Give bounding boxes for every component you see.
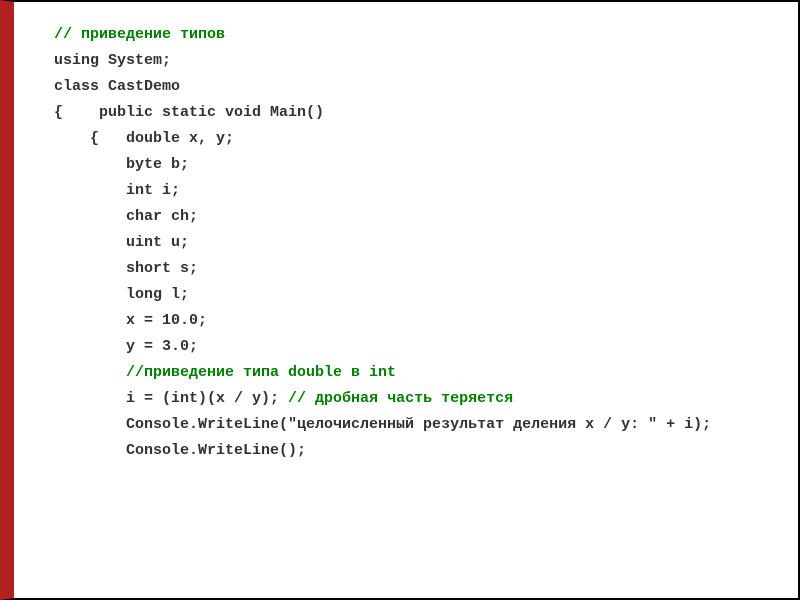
- code-line-comment: //приведение типа double в int: [54, 360, 778, 386]
- code-line: { double x, y;: [54, 126, 778, 152]
- code-line: class CastDemo: [54, 74, 778, 100]
- code-slide: // приведение типов using System; class …: [0, 0, 800, 600]
- code-line: x = 10.0;: [54, 308, 778, 334]
- code-line: char ch;: [54, 204, 778, 230]
- code-line: { public static void Main(): [54, 100, 778, 126]
- code-line: short s;: [54, 256, 778, 282]
- code-line: Console.WriteLine();: [54, 438, 778, 464]
- code-line: using System;: [54, 48, 778, 74]
- code-line: long l;: [54, 282, 778, 308]
- comment-segment: // дробная часть теряется: [288, 390, 513, 407]
- code-line-comment: // приведение типов: [54, 22, 778, 48]
- code-line: uint u;: [54, 230, 778, 256]
- code-line-mixed: i = (int)(x / y); // дробная часть теряе…: [54, 386, 778, 412]
- code-segment: i = (int)(x / y);: [54, 390, 288, 407]
- code-line: Console.WriteLine("целочисленный результ…: [54, 412, 778, 438]
- code-line: y = 3.0;: [54, 334, 778, 360]
- code-line: int i;: [54, 178, 778, 204]
- code-line: byte b;: [54, 152, 778, 178]
